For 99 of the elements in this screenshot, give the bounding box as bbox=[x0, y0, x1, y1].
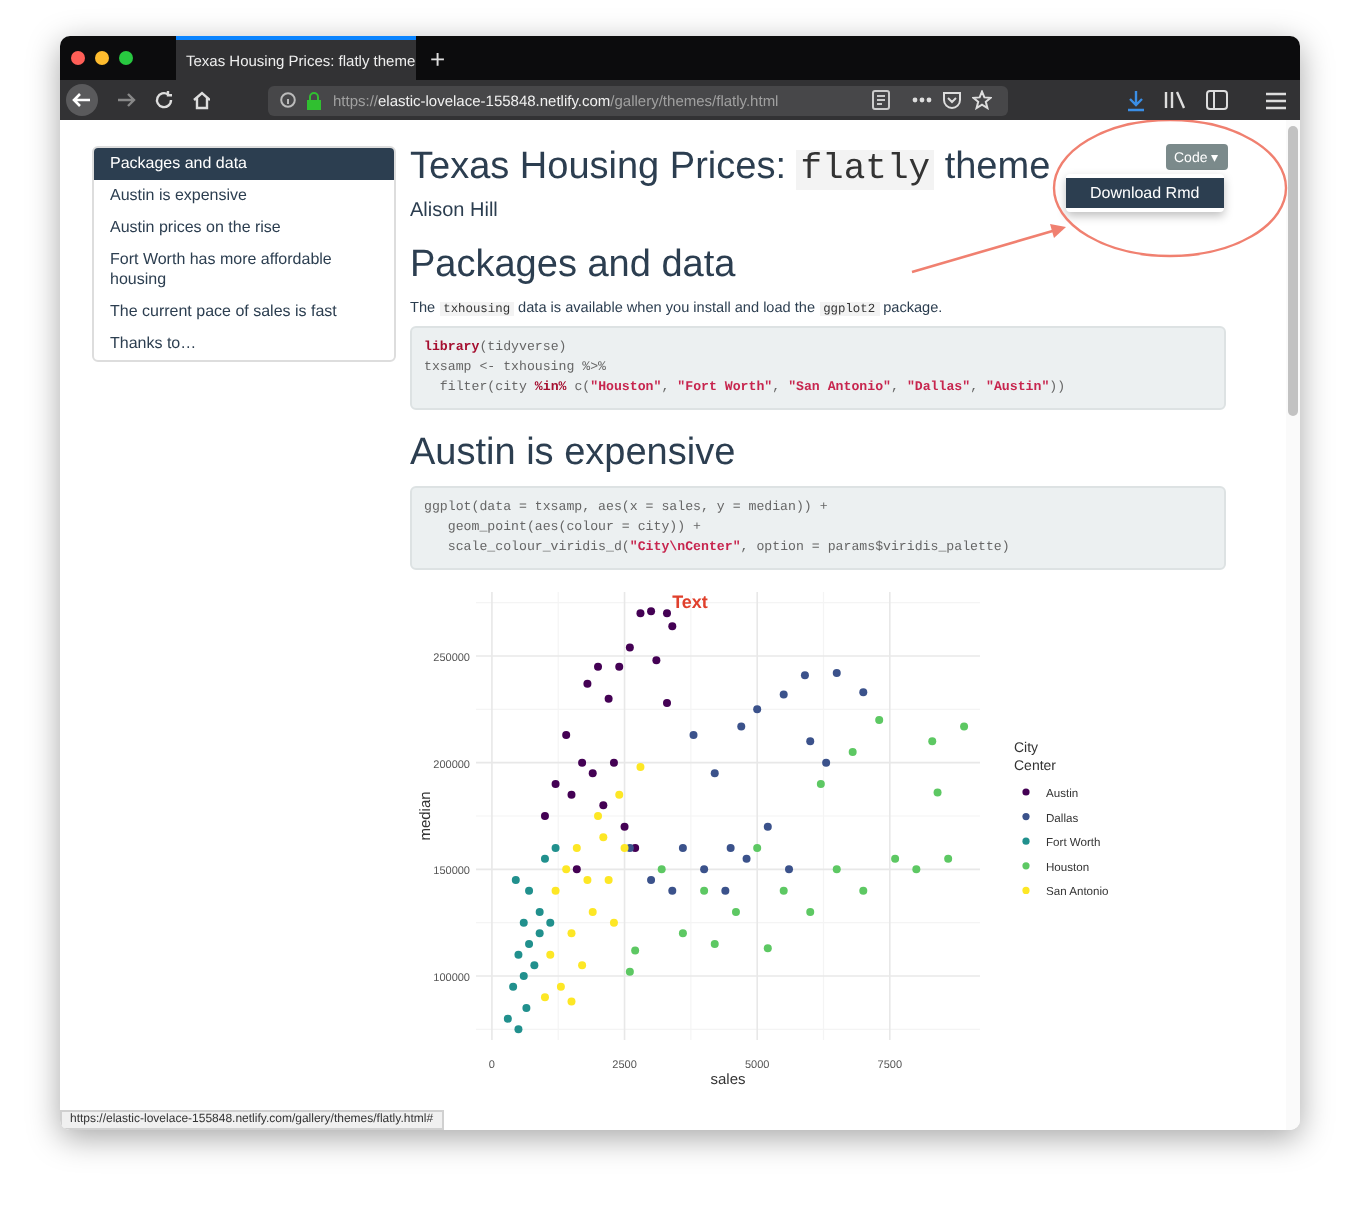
data-point bbox=[763, 944, 772, 953]
chart-title: Text bbox=[672, 592, 708, 612]
data-point bbox=[519, 918, 528, 927]
data-point bbox=[785, 865, 793, 874]
forward-icon[interactable] bbox=[115, 90, 136, 110]
data-point bbox=[816, 780, 825, 788]
data-point bbox=[594, 662, 602, 671]
data-point bbox=[912, 865, 921, 874]
data-point bbox=[609, 758, 618, 767]
data-point bbox=[710, 940, 719, 948]
toc-item[interactable]: Austin prices on the rise bbox=[94, 212, 394, 244]
data-point bbox=[700, 886, 709, 895]
data-point bbox=[859, 886, 868, 895]
data-point bbox=[726, 844, 735, 852]
download-icon[interactable] bbox=[1126, 89, 1147, 111]
data-point bbox=[763, 822, 772, 831]
pocket-icon[interactable] bbox=[942, 90, 963, 110]
reload-icon[interactable] bbox=[153, 90, 174, 110]
data-point bbox=[540, 993, 549, 1002]
data-point bbox=[832, 669, 841, 678]
new-tab-button[interactable]: + bbox=[430, 43, 446, 73]
data-point bbox=[525, 886, 534, 895]
menu-item[interactable]: Download Rmd bbox=[1066, 178, 1224, 208]
data-point bbox=[832, 865, 841, 874]
star-icon[interactable] bbox=[972, 90, 993, 110]
data-point bbox=[609, 918, 618, 927]
data-point bbox=[631, 946, 640, 955]
data-point bbox=[928, 737, 937, 746]
data-point bbox=[806, 908, 815, 916]
library-icon[interactable] bbox=[1164, 90, 1189, 110]
data-point bbox=[933, 788, 942, 797]
data-point bbox=[806, 737, 815, 746]
data-point bbox=[875, 716, 884, 724]
more-icon[interactable] bbox=[912, 96, 933, 104]
data-point bbox=[678, 844, 687, 852]
info-icon[interactable] bbox=[280, 92, 297, 108]
toc-item[interactable]: Packages and data bbox=[94, 148, 394, 180]
data-point bbox=[891, 854, 900, 863]
data-point bbox=[663, 609, 671, 618]
lock-icon bbox=[306, 91, 323, 109]
data-point bbox=[731, 908, 740, 916]
data-point bbox=[567, 997, 576, 1006]
data-point bbox=[551, 780, 560, 788]
data-point bbox=[522, 1004, 531, 1012]
window-controls-icon[interactable] bbox=[70, 50, 138, 66]
data-point bbox=[663, 698, 671, 707]
data-point bbox=[944, 854, 953, 863]
data-point bbox=[960, 722, 969, 731]
page-title: Texas Housing Prices: flatly theme bbox=[410, 144, 1051, 194]
data-point bbox=[604, 694, 613, 703]
data-point bbox=[511, 876, 520, 884]
reader-view-icon[interactable] bbox=[872, 90, 891, 110]
data-point bbox=[615, 662, 624, 671]
data-point bbox=[689, 730, 698, 739]
data-point bbox=[562, 730, 571, 739]
data-point bbox=[572, 844, 581, 852]
data-point bbox=[604, 876, 613, 884]
home-icon[interactable] bbox=[191, 90, 211, 110]
data-point bbox=[567, 790, 576, 799]
section-heading: Austin is expensive bbox=[410, 432, 736, 476]
toc-item[interactable]: Fort Worth has more affordable housing bbox=[94, 244, 394, 296]
data-point bbox=[652, 656, 661, 665]
data-point bbox=[583, 679, 592, 688]
data-point bbox=[636, 762, 645, 771]
author-name: Alison Hill bbox=[410, 200, 500, 222]
data-point bbox=[700, 865, 709, 874]
data-point bbox=[540, 812, 549, 820]
data-point bbox=[551, 886, 560, 895]
data-point bbox=[615, 790, 624, 799]
data-point bbox=[625, 643, 634, 652]
data-point bbox=[620, 822, 629, 831]
data-point bbox=[859, 688, 868, 697]
data-point bbox=[779, 690, 788, 699]
scrollbar-thumb[interactable] bbox=[1288, 126, 1298, 416]
data-point bbox=[848, 748, 857, 756]
data-point bbox=[625, 967, 634, 976]
data-point bbox=[800, 671, 809, 680]
data-point bbox=[753, 705, 762, 714]
data-point bbox=[668, 886, 677, 895]
data-point bbox=[779, 886, 788, 895]
data-point bbox=[710, 769, 719, 778]
back-icon[interactable] bbox=[66, 84, 98, 116]
data-point bbox=[588, 908, 597, 916]
data-point bbox=[556, 982, 565, 991]
data-point bbox=[678, 929, 687, 938]
data-point bbox=[546, 950, 555, 959]
toc-item[interactable]: Austin is expensive bbox=[94, 180, 394, 212]
toc-item[interactable]: The current pace of sales is fast bbox=[94, 296, 394, 328]
data-point bbox=[668, 622, 677, 631]
sidebar-icon[interactable] bbox=[1206, 90, 1229, 110]
menu-icon[interactable] bbox=[1266, 91, 1286, 109]
toc-item[interactable]: Thanks to… bbox=[94, 328, 394, 360]
data-point bbox=[721, 886, 730, 895]
data-point bbox=[567, 929, 576, 938]
data-point bbox=[578, 961, 587, 970]
section-heading: Packages and data bbox=[410, 244, 736, 288]
data-point bbox=[599, 833, 608, 842]
data-point bbox=[737, 722, 746, 731]
data-point bbox=[822, 758, 831, 767]
